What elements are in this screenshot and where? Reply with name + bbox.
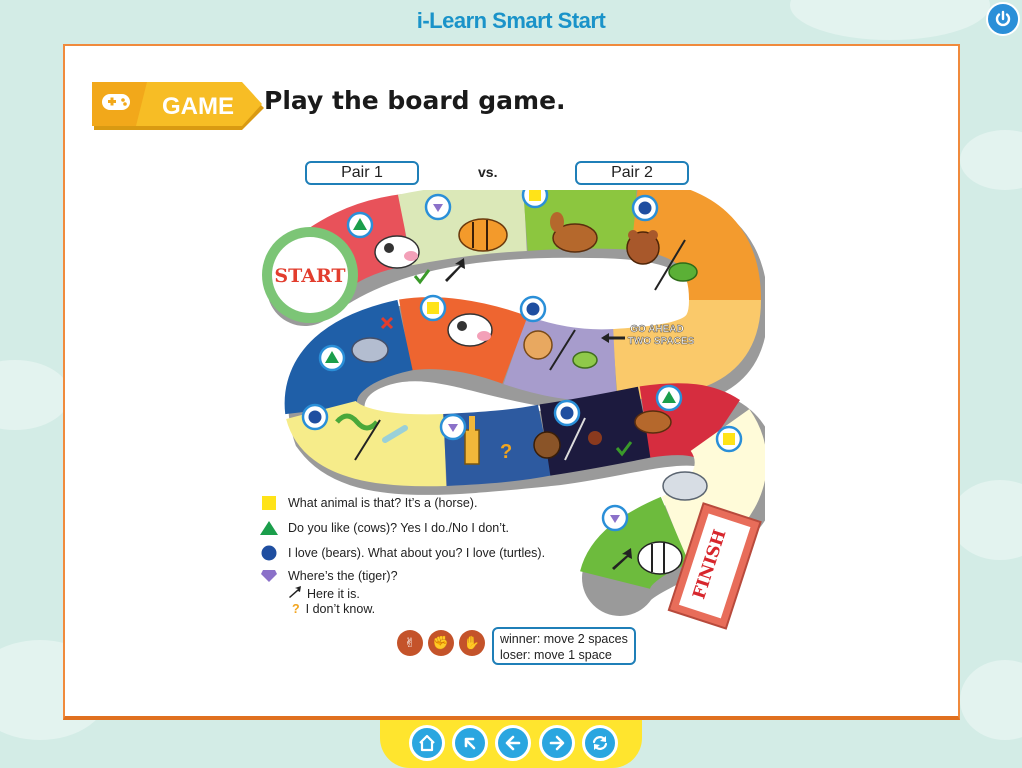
scissors-hand-icon: ✌ (397, 630, 423, 656)
versus-label: vs. (478, 164, 498, 180)
legend-row-diamond: Where’s the (tiger)? (258, 569, 398, 583)
question-icon: ? (292, 602, 300, 616)
go-ahead-label-line2: TWO SPACES (628, 336, 695, 347)
legend-row-question: ? I don’t know. (292, 602, 375, 616)
circle-marker-icon (261, 545, 277, 561)
legend-arrow-text: Here it is. (307, 586, 360, 601)
legend-row-arrow: Here it is. (288, 586, 360, 601)
back-to-top-icon (464, 737, 476, 750)
legend-row-triangle: Do you like (cows)? Yes I do./No I don’t… (258, 521, 509, 535)
monkey-illustration (533, 431, 561, 459)
cow-illustration (447, 313, 493, 347)
question-mark-label: ? (500, 441, 512, 463)
refresh-icon (592, 736, 608, 750)
dog-illustration (523, 330, 553, 360)
legend-question-text: I don’t know. (305, 602, 376, 616)
refresh-button[interactable] (582, 725, 618, 761)
background-cloud (960, 660, 1022, 740)
circle-marker-icon (308, 410, 322, 424)
previous-button[interactable] (495, 725, 531, 761)
square-marker-icon (723, 433, 735, 445)
circle-marker-icon (526, 302, 540, 316)
app-title: i-Learn Smart Start (416, 8, 606, 33)
rules-box: winner: move 2 spaces loser: move 1 spac… (492, 627, 636, 665)
tiger-illustration (458, 218, 508, 252)
background-cloud (950, 480, 1022, 560)
previous-icon (505, 735, 521, 751)
zebra-illustration (637, 541, 683, 575)
background-cloud (960, 130, 1022, 190)
cow-illustration (374, 235, 420, 269)
horse-illustration (634, 410, 672, 434)
turtle-illustration (668, 262, 698, 282)
legend-row-circle: I love (bears). What about you? I love (… (258, 545, 545, 561)
go-ahead-label-line1: GO AHEAD (630, 324, 684, 335)
game-badge-label: GAME (162, 93, 234, 120)
square-marker-icon (529, 190, 541, 201)
legend-row-square: What animal is that? It’s a (horse). (258, 496, 477, 510)
goat-illustration (662, 471, 708, 501)
bear-illustration (626, 230, 660, 265)
goat-illustration (351, 337, 389, 363)
legend-circle-text: I love (bears). What about you? I love (… (288, 546, 546, 560)
legend-square-text: What animal is that? It’s a (horse). (288, 496, 478, 510)
activity-instruction: Play the board game. (264, 86, 566, 115)
circle-marker-icon (638, 201, 652, 215)
pair-1-label: Pair 1 (305, 161, 419, 185)
triangle-marker-icon (260, 521, 278, 535)
background-cloud (0, 360, 70, 430)
rock-paper-scissors: ✌ ✊ ✋ (397, 630, 485, 656)
gamepad-icon (102, 94, 130, 110)
paper-hand-icon: ✋ (459, 630, 485, 656)
power-button[interactable] (986, 2, 1020, 36)
winner-rule: winner: move 2 spaces (500, 632, 628, 646)
legend-triangle-text: Do you like (cows)? Yes I do./No I don’t… (288, 521, 509, 535)
next-icon (549, 735, 565, 751)
frog-illustration (572, 351, 598, 369)
legend-diamond-text: Where’s the (tiger)? (288, 569, 398, 583)
next-button[interactable] (539, 725, 575, 761)
home-button[interactable] (409, 725, 445, 761)
power-icon (995, 10, 1011, 27)
rock-hand-icon: ✊ (428, 630, 454, 656)
square-marker-icon (262, 496, 276, 510)
start-label: START (274, 265, 345, 287)
home-icon (419, 734, 435, 752)
circle-marker-icon (560, 406, 574, 420)
loser-rule: loser: move 1 space (500, 648, 612, 662)
square-marker-icon (427, 302, 439, 314)
pair-2-label: Pair 2 (575, 161, 689, 185)
arrow-icon (289, 586, 301, 598)
back-to-top-button[interactable] (452, 725, 488, 761)
diamond-marker-icon (261, 570, 277, 582)
game-badge: GAME (92, 82, 264, 130)
spider-illustration (588, 431, 602, 445)
